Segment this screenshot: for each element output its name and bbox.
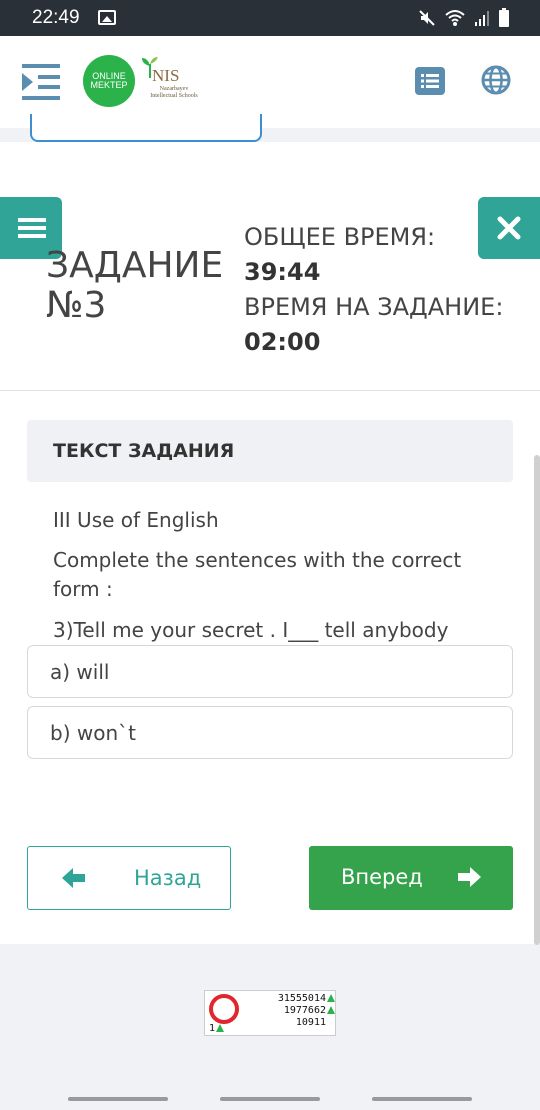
back-button-label: Назад xyxy=(134,866,202,890)
up-triangle-icon xyxy=(327,994,335,1002)
gallery-icon xyxy=(98,10,116,25)
mute-icon xyxy=(419,10,435,26)
answer-option-a[interactable]: a) will xyxy=(27,645,513,698)
battery-icon xyxy=(499,8,509,27)
answer-option-label: a) will xyxy=(50,660,110,684)
total-time-label: ОБЩЕЕ ВРЕМЯ: xyxy=(244,223,436,251)
task-text-header: ТЕКСТ ЗАДАНИЯ xyxy=(27,420,513,482)
system-nav-bar xyxy=(0,1086,540,1110)
arrow-left-icon xyxy=(62,868,85,888)
visitor-counter[interactable]: 31555014 1977662 10911 1 xyxy=(204,990,336,1036)
back-button[interactable]: Назад xyxy=(27,846,231,910)
counter-line3: 10911 xyxy=(295,1017,326,1028)
counter-small-value: 1 xyxy=(209,1023,216,1034)
status-bar: 22:49 xyxy=(0,0,540,36)
question-sentence: 3)Tell me your secret . I___ tell anybod… xyxy=(53,618,449,642)
time-info: ОБЩЕЕ ВРЕМЯ: 39:44 ВРЕМЯ НА ЗАДАНИЕ: 02:… xyxy=(244,220,514,360)
question-section: III Use of English xyxy=(53,508,219,532)
counter-small: 1 xyxy=(209,1023,225,1034)
task-time-value: 02:00 xyxy=(244,328,321,356)
online-mektep-logo[interactable]: ONLINE MEKTEP xyxy=(83,55,135,107)
status-time: 22:49 xyxy=(32,7,80,28)
globe-icon[interactable] xyxy=(481,65,511,95)
answer-option-b[interactable]: b) won`t xyxy=(27,706,513,759)
scrollbar[interactable] xyxy=(534,455,540,945)
task-time-label: ВРЕМЯ НА ЗАДАНИЕ: xyxy=(244,293,504,321)
menu-collapse-icon[interactable] xyxy=(22,64,60,100)
logo-line2: MEKTEP xyxy=(90,80,128,90)
wifi-icon xyxy=(445,10,465,26)
counter-line1: 31555014 xyxy=(277,993,326,1004)
up-triangle-icon xyxy=(216,1024,225,1032)
nis-title: NIS xyxy=(152,66,180,85)
nis-subtitle: Nazarbayev Intellectual Schools xyxy=(150,86,198,99)
next-button-label: Вперед xyxy=(341,865,423,889)
question-instruction: Complete the sentences with the correct … xyxy=(53,548,462,601)
arrow-right-icon xyxy=(458,867,481,887)
search-input-partial[interactable] xyxy=(30,114,262,142)
counter-values: 31555014 1977662 10911 xyxy=(245,993,335,1029)
nis-logo: NIS Nazarbayev Intellectual Schools xyxy=(138,54,198,112)
divider xyxy=(0,390,540,391)
task-text-header-label: ТЕКСТ ЗАДАНИЯ xyxy=(53,440,235,462)
nav-back-button[interactable] xyxy=(372,1097,472,1101)
status-icons xyxy=(418,8,510,28)
counter-line2: 1977662 xyxy=(283,1005,326,1016)
signal-icon xyxy=(475,11,489,26)
total-time-value: 39:44 xyxy=(244,258,321,286)
nav-home-button[interactable] xyxy=(220,1097,320,1101)
next-button[interactable]: Вперед xyxy=(309,846,513,910)
list-button[interactable] xyxy=(415,67,445,95)
nav-recent-button[interactable] xyxy=(68,1097,168,1101)
list-icon xyxy=(421,74,439,88)
task-title: ЗАДАНИЕ №3 xyxy=(46,245,224,326)
counter-ring-icon xyxy=(209,994,239,1024)
up-triangle-icon xyxy=(327,1006,335,1014)
answer-option-label: b) won`t xyxy=(50,721,136,745)
